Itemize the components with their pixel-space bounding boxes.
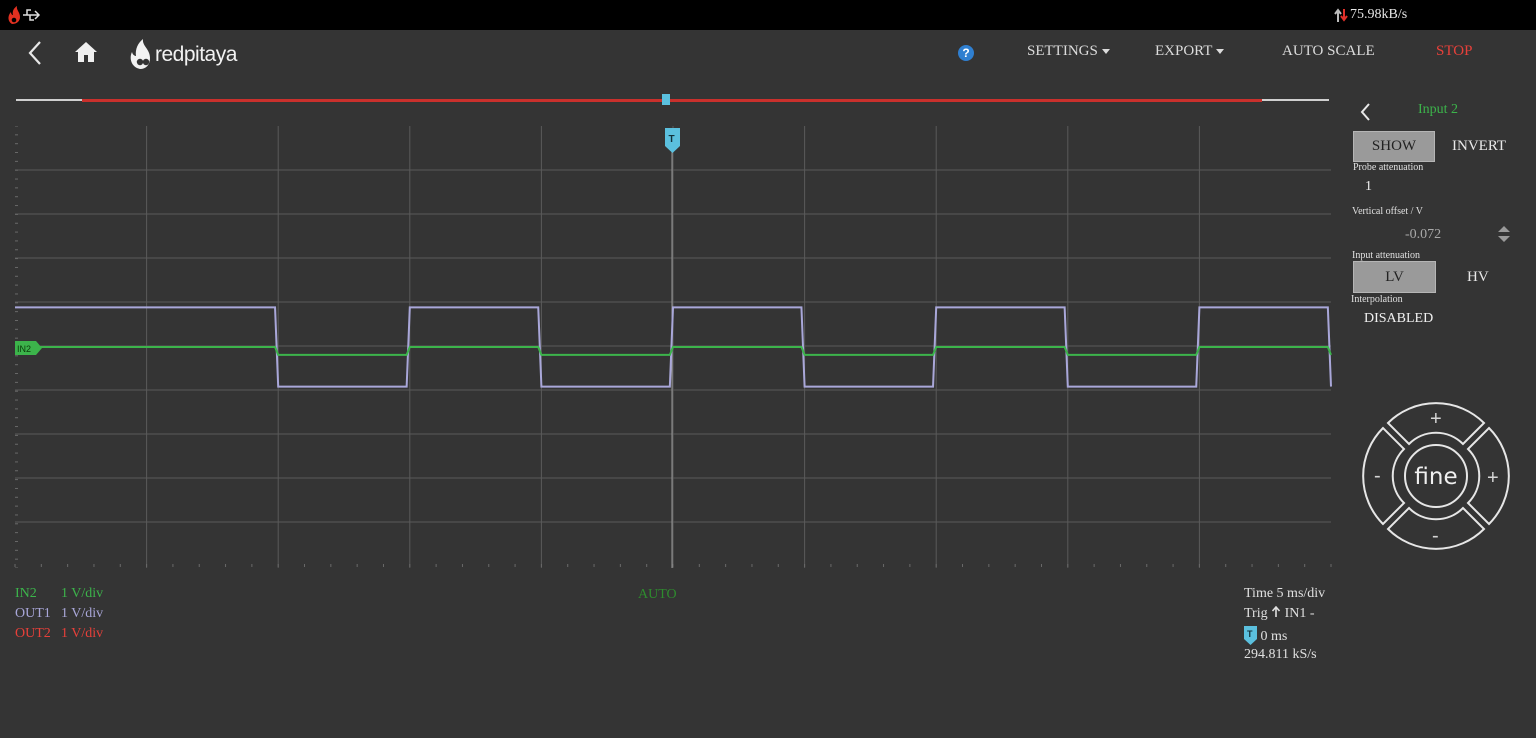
interpolation-value[interactable]: DISABLED — [1364, 311, 1433, 327]
panel-title: Input 2 — [1418, 102, 1459, 117]
buffer-trigger-marker[interactable] — [662, 94, 670, 105]
minus-icon: - — [1432, 525, 1439, 547]
legend-scale: 1 V/div — [61, 606, 104, 621]
trigger-info: Trig IN1 - — [1244, 605, 1315, 622]
probe-attenuation-value[interactable]: 1 — [1365, 179, 1372, 195]
panel-back-button[interactable] — [1359, 102, 1371, 127]
rising-edge-icon — [1272, 605, 1281, 617]
export-menu-label: EXPORT — [1155, 43, 1213, 59]
trigger-info-prefix: Trig — [1244, 606, 1268, 621]
dpad-fine-button[interactable]: fine — [1404, 444, 1468, 508]
stepper-arrows-icon — [1498, 226, 1510, 242]
redpitaya-flame-icon — [130, 39, 150, 69]
legend-out2[interactable]: OUT2 1 V/div — [15, 626, 103, 642]
home-button[interactable] — [73, 40, 99, 69]
network-traffic-icon — [1333, 6, 1349, 29]
transfer-rate: 75.98kB/s — [1350, 7, 1408, 22]
home-icon — [75, 42, 97, 62]
svg-text:T: T — [1247, 629, 1253, 639]
settings-menu[interactable]: SETTINGS — [1027, 43, 1110, 60]
vertical-offset-input[interactable]: -0.072 — [1405, 227, 1441, 243]
show-button[interactable]: SHOW — [1353, 131, 1435, 162]
buffer-visible-window — [82, 99, 1262, 102]
fine-adjust-dpad: + - - + fine — [1362, 402, 1510, 550]
app-header: redpitaya ? SETTINGS EXPORT AUTO SCALE S… — [0, 30, 1536, 78]
trigger-delay-info: T 0 ms — [1244, 626, 1287, 645]
probe-attenuation-label: Probe attenuation — [1353, 162, 1424, 173]
dpad-left-button[interactable]: - — [1362, 426, 1406, 526]
trigger-marker[interactable]: T — [665, 128, 680, 153]
input-attenuation-label: Input attenuation — [1352, 250, 1421, 261]
buffer-overview-bar[interactable] — [16, 94, 1329, 105]
app-status-icons — [6, 4, 46, 31]
caret-down-icon — [1101, 49, 1110, 55]
redpitaya-logo — [128, 36, 156, 75]
oscilloscope-plot[interactable]: IN2 T — [0, 126, 1332, 568]
sample-rate-info: 294.811 kS/s — [1244, 647, 1317, 662]
stop-button[interactable]: STOP — [1436, 43, 1472, 60]
hv-button[interactable]: HV — [1467, 269, 1489, 286]
invert-button[interactable]: INVERT — [1452, 138, 1506, 155]
vertical-offset-label: Vertical offset / V — [1352, 206, 1424, 217]
legend-in2[interactable]: IN2 1 V/div — [15, 586, 103, 602]
auto-scale-button[interactable]: AUTO SCALE — [1282, 43, 1375, 60]
caret-down-icon — [1216, 49, 1225, 55]
help-button[interactable]: ? — [958, 45, 974, 61]
plus-icon: + — [1487, 467, 1499, 489]
chevron-left-icon — [1360, 103, 1370, 121]
settings-menu-label: SETTINGS — [1027, 43, 1098, 59]
minus-icon: - — [1374, 465, 1381, 487]
export-menu[interactable]: EXPORT — [1155, 43, 1225, 60]
trigger-mode-status: AUTO — [638, 587, 677, 602]
legend-scale: 1 V/div — [61, 626, 104, 641]
system-status-bar: 75.98kB/s — [0, 0, 1536, 30]
legend-scale: 1 V/div — [61, 586, 104, 601]
interpolation-label: Interpolation — [1351, 294, 1403, 305]
vertical-offset-stepper[interactable] — [1497, 224, 1511, 249]
trigger-marker-icon: T — [1244, 626, 1257, 645]
legend-name: OUT1 — [15, 606, 51, 621]
trigger-marker-label: T — [669, 134, 675, 145]
in2-offset-marker[interactable]: IN2 — [15, 341, 42, 355]
dpad-fine-label: fine — [1414, 464, 1457, 490]
plus-icon: + — [1430, 408, 1442, 430]
dpad-up-button[interactable]: + — [1386, 402, 1486, 446]
dpad-right-button[interactable]: + — [1466, 426, 1510, 526]
in2-marker-label: IN2 — [17, 344, 31, 354]
trigger-delay: 0 ms — [1260, 629, 1288, 644]
legend-name: OUT2 — [15, 626, 51, 641]
legend-out1[interactable]: OUT1 1 V/div — [15, 606, 103, 622]
lv-button[interactable]: LV — [1353, 261, 1436, 293]
back-button[interactable] — [26, 40, 44, 71]
trigger-source: IN1 - — [1284, 606, 1315, 621]
chevron-left-icon — [28, 41, 41, 65]
time-scale-info: Time 5 ms/div — [1244, 586, 1326, 601]
logo-text: redpitaya — [155, 43, 237, 66]
legend-name: IN2 — [15, 586, 37, 601]
dpad-down-button[interactable]: - — [1386, 506, 1486, 550]
